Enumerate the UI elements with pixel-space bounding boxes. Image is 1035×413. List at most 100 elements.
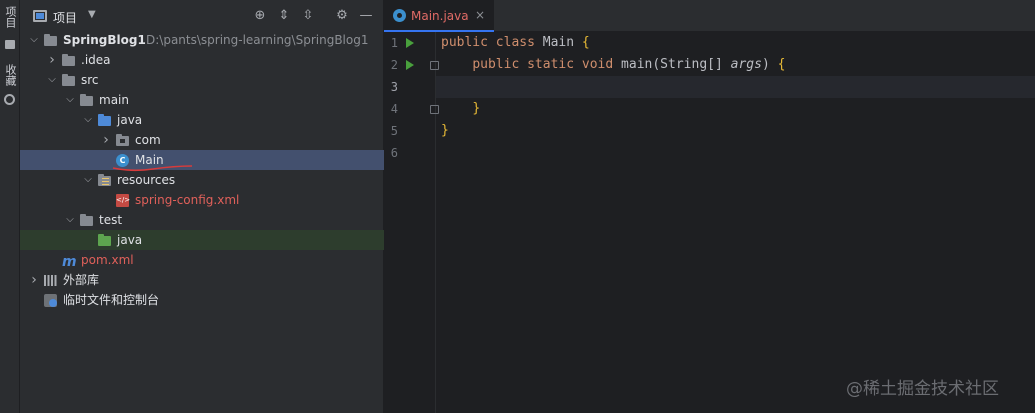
project-tool-tab[interactable]: 项目	[2, 6, 18, 28]
code-token: void	[581, 57, 622, 72]
run-icon[interactable]	[406, 60, 414, 70]
project-panel: 项目 ▼ ⊕ ⇕ ⇳ ⚙ — ⌵ SpringBlog1 D:\pants\spri…	[20, 0, 384, 413]
red-annotation-underline	[112, 165, 193, 172]
close-icon[interactable]: ×	[475, 8, 485, 22]
tree-item-label: test	[99, 213, 123, 227]
code-token: }	[441, 123, 449, 138]
favorites-tool-tab[interactable]: 收藏	[2, 64, 18, 86]
code-editor[interactable]: public class Main { public static void m…	[436, 32, 1035, 413]
tree-item-label: pom.xml	[81, 253, 134, 267]
chevron-down-icon[interactable]: ⌵	[82, 110, 94, 130]
code-token: }	[472, 101, 481, 116]
tree-item[interactable]: </> spring-config.xml	[20, 190, 384, 210]
line-number: 2	[390, 58, 398, 72]
editor-tab-bar: Main.java ×	[384, 0, 1035, 32]
tree-item-label: resources	[117, 173, 176, 187]
chevron-down-icon[interactable]: ⌵	[46, 70, 58, 90]
favorites-tab-icon	[4, 94, 15, 105]
source-folder-icon	[98, 114, 111, 126]
chevron-right-icon[interactable]: ›	[46, 50, 58, 70]
tree-item-label: .idea	[81, 53, 111, 67]
maven-icon: m	[62, 254, 77, 270]
editor-area: Main.java × 1 2 3 4 5 6 public class Main { p…	[384, 0, 1035, 413]
line-number: 1	[390, 36, 398, 50]
line-number: 6	[390, 146, 398, 160]
tree-item-label: 外部库	[63, 273, 100, 287]
chevron-right-icon[interactable]: ›	[100, 130, 112, 150]
editor-tab-main-java[interactable]: Main.java ×	[384, 0, 494, 32]
tree-item[interactable]: › com	[20, 130, 384, 150]
tree-item-label: 临时文件和控制台	[63, 293, 160, 307]
chevron-right-icon[interactable]: ›	[28, 270, 40, 290]
tree-item-label: java	[117, 233, 143, 247]
project-panel-header: 项目 ▼ ⊕ ⇕ ⇳ ⚙ —	[20, 0, 384, 32]
expand-all-icon[interactable]: ⇕	[276, 8, 292, 24]
code-line: public class Main {	[436, 32, 1035, 54]
folder-icon	[80, 94, 93, 106]
tree-item-label: SpringBlog1	[63, 33, 146, 47]
chevron-down-icon[interactable]: ⌵	[64, 210, 76, 230]
java-class-icon	[393, 9, 406, 22]
line-number: 4	[390, 102, 398, 116]
tree-item[interactable]: ⌵ resources	[20, 170, 384, 190]
tree-item[interactable]: ⌵ test	[20, 210, 384, 230]
chevron-down-icon[interactable]: ⌵	[28, 30, 40, 50]
tree-item[interactable]: ⌵ java	[20, 110, 384, 130]
gear-icon[interactable]: ⚙	[334, 8, 350, 24]
code-token: public	[472, 57, 528, 72]
tree-item-label: main	[99, 93, 129, 107]
chevron-down-icon[interactable]: ⌵	[82, 170, 94, 190]
tree-item-path: D:\pants\spring-learning\SpringBlog1	[146, 33, 369, 47]
code-token: static	[527, 57, 582, 72]
xml-file-icon: </>	[116, 194, 130, 207]
code-token: main(String[]	[621, 57, 731, 72]
tree-item-label: src	[81, 73, 99, 87]
collapse-all-icon[interactable]: ⇳	[300, 8, 316, 24]
run-icon[interactable]	[406, 38, 414, 48]
tree-item-label: java	[117, 113, 143, 127]
module-folder-icon	[44, 34, 57, 46]
tree-item[interactable]: ⌵ SpringBlog1 D:\pants\spring-learning\Spr…	[20, 30, 384, 50]
package-icon	[116, 134, 129, 146]
code-line: public static void main(String[] args) {	[436, 54, 1035, 76]
scratches-icon	[44, 294, 57, 307]
project-tab-icon	[5, 40, 15, 49]
code-token: {	[581, 35, 590, 50]
line-number: 5	[390, 124, 398, 138]
tree-item[interactable]: › .idea	[20, 50, 384, 70]
code-token: args	[730, 57, 762, 72]
locate-file-icon[interactable]: ⊕	[252, 8, 268, 24]
code-token: {	[777, 57, 786, 72]
libraries-icon	[44, 275, 57, 286]
tree-item[interactable]: java	[20, 230, 384, 250]
project-panel-title[interactable]: 项目	[53, 9, 77, 26]
editor-gutter: 1 2 3 4 5 6	[384, 32, 439, 413]
tree-item-label: com	[135, 133, 161, 147]
project-view-icon	[33, 10, 47, 22]
code-token: public	[441, 35, 496, 50]
editor-tab-label: Main.java	[411, 9, 469, 23]
folder-icon	[62, 74, 75, 86]
tree-item[interactable]: › 外部库	[20, 270, 384, 290]
code-line: }	[436, 98, 1035, 120]
tree-item[interactable]: C Main	[20, 150, 384, 170]
code-line	[436, 76, 1035, 98]
code-line: }	[436, 120, 1035, 142]
tree-item[interactable]: ⌵ main	[20, 90, 384, 110]
minimize-icon[interactable]: —	[358, 8, 374, 24]
watermark: @稀土掘金技术社区	[846, 379, 999, 399]
tree-item[interactable]: m pom.xml	[20, 250, 384, 270]
tree-item[interactable]: 临时文件和控制台	[20, 290, 384, 310]
folder-icon	[62, 54, 75, 66]
folder-icon	[80, 214, 93, 226]
code-token: )	[761, 57, 778, 72]
chevron-down-icon[interactable]: ▼	[88, 9, 96, 20]
code-token: Main	[542, 35, 582, 50]
chevron-down-icon[interactable]: ⌵	[64, 90, 76, 110]
tree-item[interactable]: ⌵ src	[20, 70, 384, 90]
code-token: class	[495, 35, 543, 50]
line-number: 3	[390, 80, 398, 94]
resources-folder-icon	[98, 174, 111, 186]
